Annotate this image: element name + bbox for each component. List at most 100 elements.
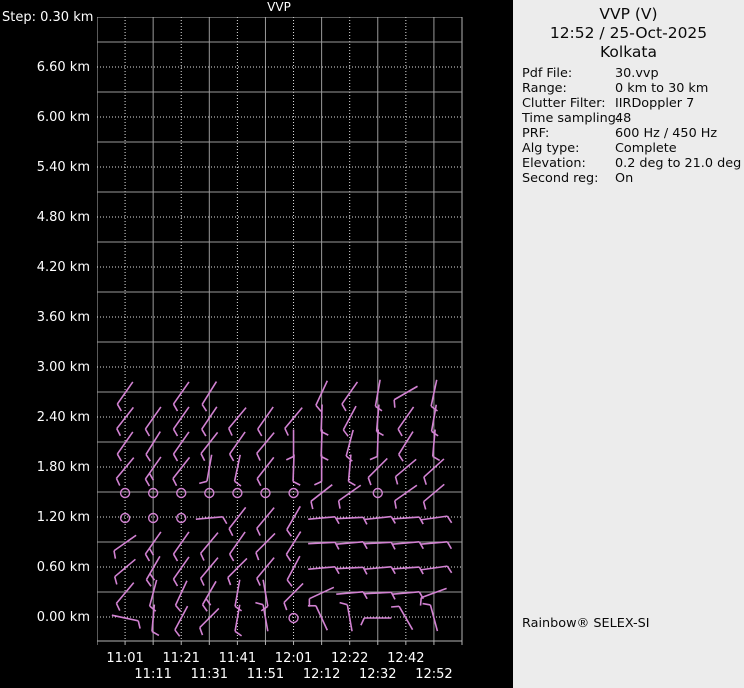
wind-barb-tick xyxy=(348,480,356,487)
x-axis-label: 12:22 xyxy=(330,651,369,666)
wind-barb-tick xyxy=(199,627,204,636)
detail-value: IIRDoppler 7 xyxy=(615,96,695,111)
wind-barb-tick xyxy=(284,428,289,436)
wind-barb-staff xyxy=(336,566,364,570)
wind-barb-tick xyxy=(391,605,400,608)
x-axis-label: 11:11 xyxy=(134,667,172,682)
vvp-time-height-plot: Step: 0.30 km VVP 6.60 km 6.00 km 5.40 km 4… xyxy=(0,0,513,688)
x-axis-label: 11:51 xyxy=(246,667,285,682)
wind-barb-tick xyxy=(337,500,341,509)
detail-row-pdf-file: Pdf File: 30.vvp xyxy=(522,66,740,81)
wind-barb-tick xyxy=(201,404,208,412)
detail-label: Elevation: xyxy=(522,156,586,171)
y-axis-label: 1.80 km xyxy=(36,460,90,475)
y-axis-label: 6.60 km xyxy=(36,60,90,75)
wind-barb-tick xyxy=(256,453,261,461)
wind-barb-staff xyxy=(172,431,190,455)
y-axis-label: 0.00 km xyxy=(36,610,90,625)
wind-barb-tick xyxy=(145,579,152,587)
wind-barb-tick xyxy=(174,629,181,637)
wind-barb-tick xyxy=(116,403,123,412)
wind-barb-tick xyxy=(310,501,314,510)
wind-barb-tick xyxy=(113,576,118,585)
wind-barb-tick xyxy=(228,553,235,562)
y-axis-label: 4.80 km xyxy=(36,210,90,225)
wind-barb-tick xyxy=(257,428,263,437)
detail-row-elevation: Elevation: 0.2 deg to 21.0 deg xyxy=(522,156,742,171)
wind-barb-tick xyxy=(144,428,151,437)
x-axis-label: 12:52 xyxy=(415,667,453,682)
wind-barb-tick xyxy=(446,541,453,550)
detail-label: Range: xyxy=(522,81,567,96)
y-axis-label: 2.40 km xyxy=(36,410,90,425)
wind-barb-tick xyxy=(362,516,368,525)
detail-value: 30.vvp xyxy=(615,66,659,81)
product-parameters: Pdf File: 30.vvp Range: 0 km to 30 km Cl… xyxy=(522,66,742,186)
wind-barb-tick xyxy=(228,453,235,462)
detail-row-clutter-filter: Clutter Filter: IIRDoppler 7 xyxy=(522,96,740,111)
x-axis-label: 12:01 xyxy=(274,651,313,666)
wind-barb-tick xyxy=(255,552,260,561)
site-name: Kolkata xyxy=(600,43,657,61)
wind-barb-tick xyxy=(422,602,431,606)
wind-barb-staff xyxy=(172,381,190,405)
wind-barb-staff xyxy=(116,381,134,405)
detail-value: 600 Hz / 450 Hz xyxy=(615,126,718,141)
wind-barb-staff xyxy=(376,429,380,457)
wind-barb-tick xyxy=(342,429,349,437)
product-title: VVP (V) xyxy=(599,5,658,23)
wind-barb-tick xyxy=(116,428,122,437)
calm-wind-circle xyxy=(176,487,187,499)
wind-barb-staff xyxy=(114,558,136,578)
wind-barb-tick xyxy=(286,579,293,587)
wind-barb-tick xyxy=(228,528,234,537)
wind-barb-tick xyxy=(199,553,205,561)
wind-barb-tick xyxy=(145,454,152,462)
y-axis-label: 1.20 km xyxy=(36,510,90,525)
wind-barb-staff xyxy=(341,381,359,405)
wind-barb-tick xyxy=(115,603,121,611)
wind-barb-tick xyxy=(285,455,294,461)
wind-barb-staff xyxy=(111,614,139,622)
y-axis-label: 6.00 km xyxy=(36,110,90,125)
x-axis-label: 11:41 xyxy=(218,651,257,666)
wind-barb-tick xyxy=(256,478,262,487)
calm-wind-circle xyxy=(232,487,243,499)
wind-barb-tick xyxy=(390,566,396,575)
wind-barb-staff xyxy=(392,566,420,570)
detail-value: 0.2 deg to 21.0 deg xyxy=(615,156,742,171)
detail-row-second-reg: Second reg: On xyxy=(522,171,740,186)
plot-title: VVP xyxy=(267,0,291,14)
wind-barb-staff xyxy=(336,516,364,520)
wind-barb-tick xyxy=(172,553,179,562)
wind-barb-tick xyxy=(199,480,208,485)
wind-barb-tick xyxy=(234,630,243,637)
detail-value: Complete xyxy=(615,141,677,156)
wind-barb-tick xyxy=(149,573,156,581)
wind-barb-staff xyxy=(364,541,392,545)
wind-barb-staff xyxy=(320,429,323,457)
detail-label: Time sampling: xyxy=(522,111,621,126)
detail-label: Alg type: xyxy=(522,141,580,156)
product-datetime: 12:52 / 25-Oct-2025 xyxy=(549,24,708,42)
wind-barb-tick xyxy=(446,515,453,524)
wind-barb-staff xyxy=(364,591,392,595)
panel-header: VVP (V) 12:52 / 25-Oct-2025 Kolkata xyxy=(513,5,744,62)
wind-barb-staff xyxy=(338,484,362,502)
detail-value: On xyxy=(615,171,634,186)
y-axis-label: 0.60 km xyxy=(36,560,90,575)
y-axis-label: 3.60 km xyxy=(36,310,90,325)
wind-barb-tick xyxy=(144,553,151,562)
wind-barb-tick xyxy=(222,516,228,525)
wind-barb-tick xyxy=(200,453,206,462)
wind-barb-tick xyxy=(423,476,427,485)
wind-barb-tick xyxy=(418,541,424,550)
detail-row-alg-type: Alg type: Complete xyxy=(522,141,740,156)
wind-barb-tick xyxy=(174,604,182,612)
wind-barb-staff xyxy=(115,582,135,604)
wind-barb-tick xyxy=(227,428,233,436)
wind-barb-tick xyxy=(172,478,178,487)
wind-barb-tick xyxy=(172,428,179,437)
x-axis-label: 11:21 xyxy=(162,651,200,666)
wind-barb-staff xyxy=(393,385,418,401)
